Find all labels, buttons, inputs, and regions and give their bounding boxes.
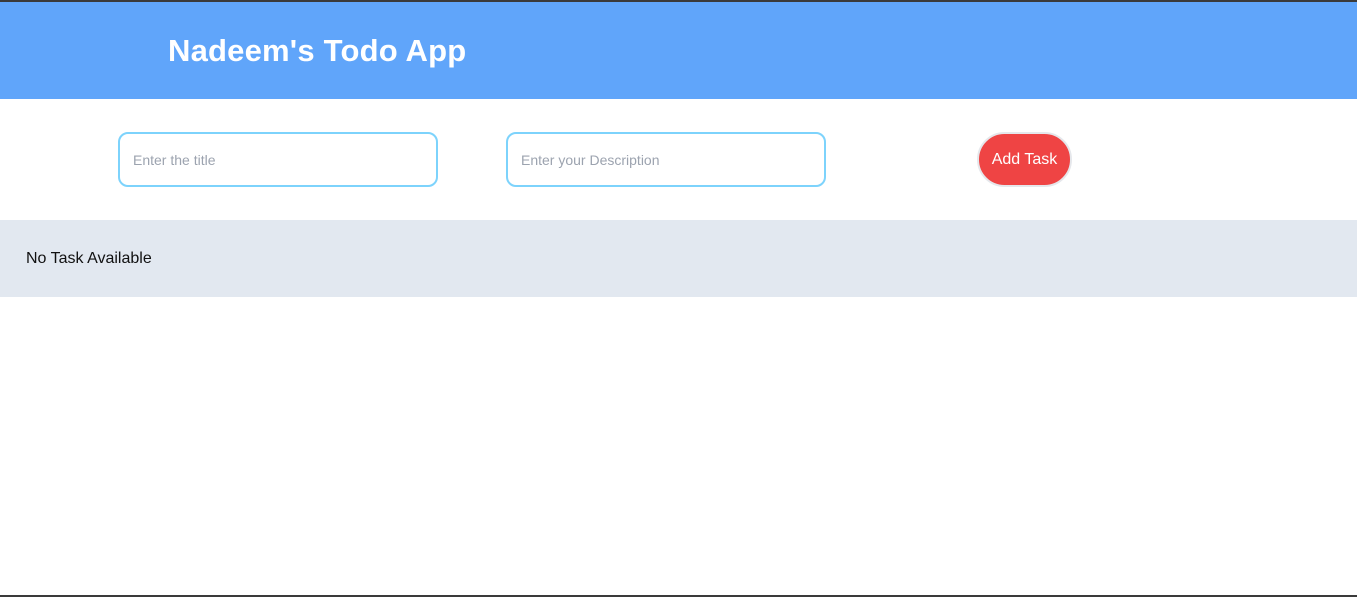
description-input[interactable] bbox=[506, 132, 826, 187]
app-window: Nadeem's Todo App Add Task No Task Avail… bbox=[0, 0, 1357, 597]
app-header: Nadeem's Todo App bbox=[0, 2, 1357, 99]
title-input[interactable] bbox=[118, 132, 438, 187]
task-form: Add Task bbox=[0, 99, 1357, 220]
task-list: No Task Available bbox=[0, 220, 1357, 297]
app-title: Nadeem's Todo App bbox=[168, 32, 467, 68]
add-task-button[interactable]: Add Task bbox=[977, 132, 1072, 187]
empty-task-message: No Task Available bbox=[26, 249, 152, 267]
